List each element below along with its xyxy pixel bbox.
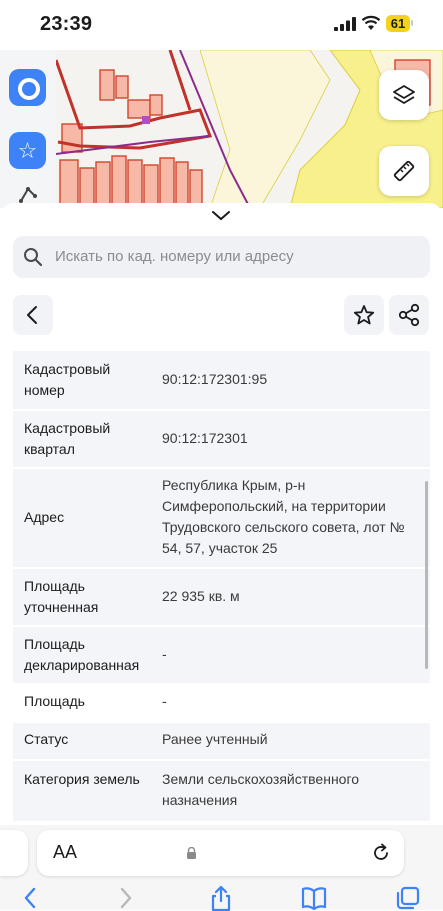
- table-row: Площадь -: [13, 683, 430, 721]
- row-value: Ранее учтенный: [162, 731, 268, 747]
- row-value: -: [162, 646, 167, 662]
- row-key: Площадь: [24, 693, 85, 709]
- back-button[interactable]: [13, 295, 53, 335]
- table-row: Площадь уточненная 22 935 кв. м: [13, 567, 430, 625]
- row-value: 90:12:172301:95: [162, 371, 268, 387]
- layers-icon: [393, 85, 415, 104]
- table-row: Кадастровый номер 90:12:172301:95: [13, 349, 430, 409]
- app-logo-icon[interactable]: [9, 69, 46, 106]
- table-row: Адрес Республика Крым, р-н Симферопольск…: [13, 467, 430, 567]
- star-icon: [353, 305, 375, 325]
- row-value: Республика Крым, р-н Симферопольский, на…: [162, 477, 405, 556]
- lock-icon: [187, 847, 196, 859]
- favorites-star-icon[interactable]: ☆: [9, 132, 46, 169]
- battery-tip-icon: [411, 20, 413, 26]
- status-bar: 23:39 61: [0, 0, 443, 50]
- scrollbar[interactable]: [425, 481, 428, 669]
- collapse-chevron-icon[interactable]: [212, 211, 230, 221]
- row-key: Категория земель: [24, 771, 140, 787]
- battery-indicator: 61: [386, 15, 410, 32]
- row-key: Площадь декларированная: [24, 636, 140, 673]
- previous-tab-preview[interactable]: [0, 830, 28, 876]
- row-key: Адрес: [24, 509, 65, 525]
- row-key: Площадь уточненная: [24, 578, 99, 615]
- search-placeholder: Искать по кад. номеру или адресу: [55, 248, 294, 265]
- back-arrow-icon[interactable]: [18, 885, 44, 911]
- table-row: Площадь декларированная -: [13, 625, 430, 683]
- ruler-button[interactable]: [379, 146, 429, 196]
- bookmarks-icon[interactable]: [301, 885, 327, 911]
- cadastral-map[interactable]: [0, 50, 443, 208]
- parcel-info-table: Кадастровый номер 90:12:172301:95 Кадаст…: [13, 349, 430, 821]
- table-row: Кадастровый квартал 90:12:172301: [13, 409, 430, 467]
- map-side-panel: ☆: [0, 50, 56, 208]
- cellular-signal-icon: [334, 17, 356, 31]
- favorite-button[interactable]: [344, 295, 384, 335]
- reader-options-button[interactable]: AA: [53, 842, 77, 863]
- row-key: Статус: [24, 731, 69, 747]
- row-key: Кадастровый квартал: [24, 420, 111, 457]
- address-bar[interactable]: AA: [37, 830, 404, 876]
- table-row: Статус Ранее учтенный: [13, 721, 430, 759]
- status-time: 23:39: [40, 13, 93, 35]
- chevron-left-icon: [27, 306, 37, 324]
- reload-icon[interactable]: [371, 843, 391, 863]
- layers-button[interactable]: [379, 70, 429, 120]
- search-bar[interactable]: Искать по кад. номеру или адресу: [13, 236, 430, 278]
- info-sheet: Искать по кад. номеру или адресу Кадастр…: [0, 203, 443, 825]
- map-drawing: [0, 50, 443, 208]
- search-icon: [24, 248, 43, 267]
- table-row: Категория земель Земли сельскохозяйствен…: [13, 759, 430, 821]
- row-value: 90:12:172301: [162, 430, 248, 446]
- forward-arrow-icon[interactable]: [112, 885, 138, 911]
- row-key: Кадастровый номер: [24, 361, 111, 398]
- share-nodes-icon: [398, 303, 420, 327]
- ruler-icon: [393, 160, 415, 182]
- row-value: 22 935 кв. м: [162, 588, 240, 604]
- row-value: Земли сельскохозяйственного назначения: [162, 771, 360, 808]
- share-button[interactable]: [389, 295, 429, 335]
- wifi-icon: [361, 15, 381, 30]
- tabs-icon[interactable]: [395, 885, 421, 911]
- share-icon[interactable]: [208, 885, 234, 911]
- browser-toolbar: AA: [0, 825, 443, 911]
- row-value: -: [162, 693, 167, 709]
